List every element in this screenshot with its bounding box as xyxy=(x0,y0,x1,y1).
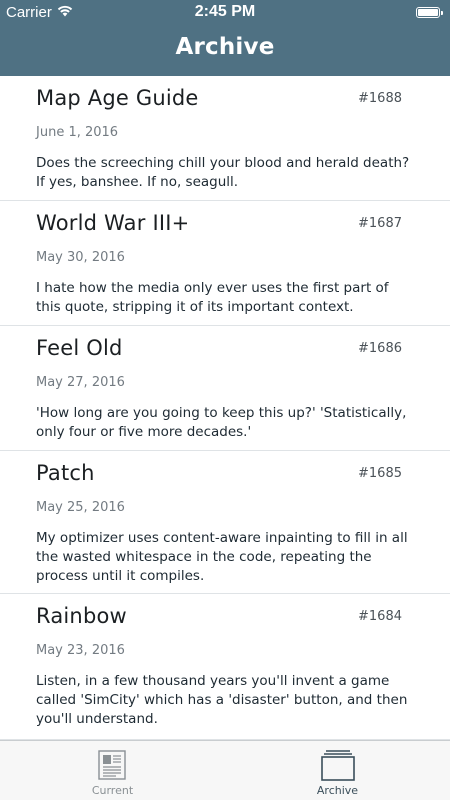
tab-archive[interactable]: Archive xyxy=(225,741,450,801)
comic-alt-text: Does the screeching chill your blood and… xyxy=(36,155,410,190)
comic-title: World War III+ xyxy=(36,211,190,235)
status-time: 2:45 PM xyxy=(194,3,256,20)
comic-archive-list[interactable]: Map Age Guide #1688 June 1, 2016 Does th… xyxy=(0,76,450,740)
comic-date: May 25, 2016 xyxy=(36,500,125,515)
list-item[interactable]: Rainbow #1684 May 23, 2016 Listen, in a … xyxy=(0,594,450,740)
comic-alt-text: My optimizer uses content-aware inpainti… xyxy=(36,530,408,584)
battery-icon xyxy=(416,7,443,18)
list-item[interactable]: Patch #1685 May 25, 2016 My optimizer us… xyxy=(0,451,450,594)
comic-title: Rainbow xyxy=(36,604,127,628)
comic-alt-text: I hate how the media only ever uses the … xyxy=(36,280,389,315)
comic-number: #1684 xyxy=(358,609,402,624)
comic-title: Map Age Guide xyxy=(36,86,199,110)
status-bar: Carrier 2:45 PM xyxy=(0,0,450,26)
comic-alt-text: Listen, in a few thousand years you'll i… xyxy=(36,673,408,727)
comic-title: Patch xyxy=(36,461,95,485)
page-title: Archive xyxy=(175,34,275,60)
archive-box-icon xyxy=(321,749,355,781)
comic-number: #1688 xyxy=(358,91,402,106)
comic-number: #1686 xyxy=(358,341,402,356)
list-item[interactable]: World War III+ #1687 May 30, 2016 I hate… xyxy=(0,201,450,326)
newspaper-icon xyxy=(96,749,128,781)
tab-label: Current xyxy=(91,784,134,797)
list-item[interactable]: Map Age Guide #1688 June 1, 2016 Does th… xyxy=(0,76,450,201)
comic-number: #1685 xyxy=(358,466,402,481)
comic-title: Feel Old xyxy=(36,336,123,360)
comic-date: May 30, 2016 xyxy=(36,250,125,265)
list-item[interactable]: Feel Old #1686 May 27, 2016 'How long ar… xyxy=(0,326,450,451)
tab-current[interactable]: Current xyxy=(0,741,225,801)
navigation-bar: Carrier 2:45 PM Archive xyxy=(0,0,450,76)
comic-number: #1687 xyxy=(358,216,402,231)
tab-label: Archive xyxy=(316,784,359,797)
comic-date: June 1, 2016 xyxy=(36,125,119,140)
comic-date: May 23, 2016 xyxy=(36,643,125,658)
tab-bar: Current Archive xyxy=(0,740,450,800)
comic-alt-text: 'How long are you going to keep this up?… xyxy=(36,405,407,440)
comic-date: May 27, 2016 xyxy=(36,375,125,390)
